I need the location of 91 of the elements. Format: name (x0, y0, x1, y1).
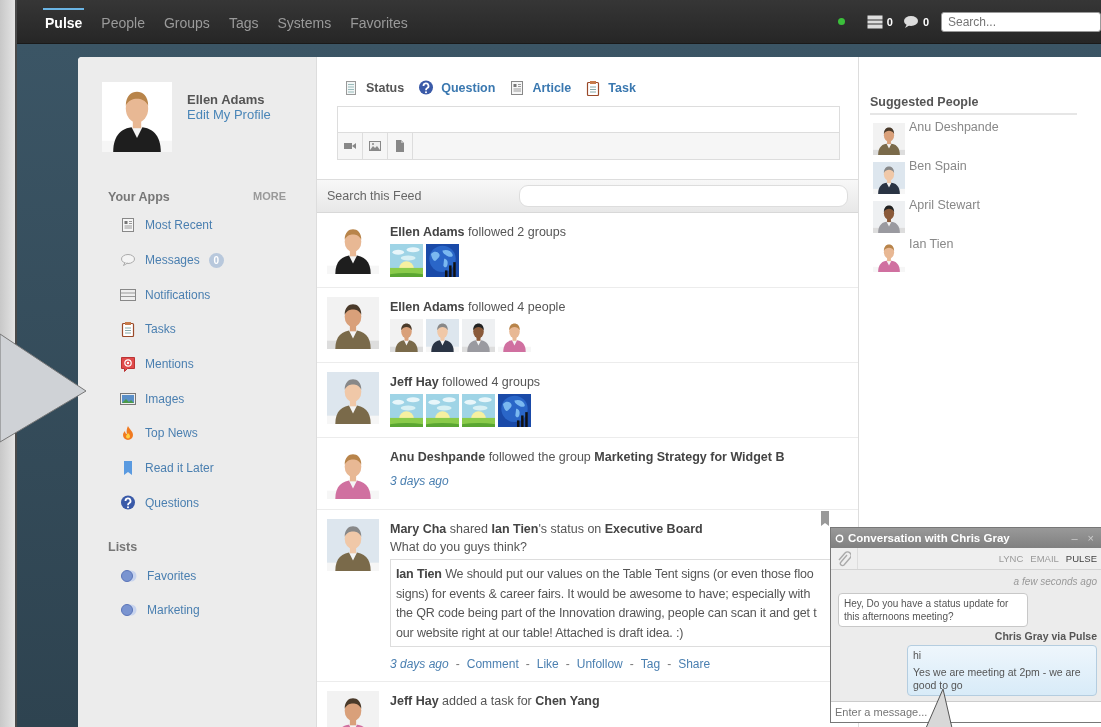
post-type-tab[interactable]: Status (343, 80, 405, 96)
minimize-button[interactable]: – (1068, 532, 1081, 544)
presence-icon (835, 533, 844, 543)
image-icon (120, 390, 136, 407)
clipboard-icon (120, 321, 136, 338)
person-link[interactable]: April Stewart (909, 198, 980, 240)
sender-name: Chris Gray via Pulse (993, 630, 1097, 642)
list-item[interactable]: Marketing (147, 603, 200, 618)
window-title: Conversation with Chris Gray (848, 532, 1011, 544)
chat-bubble-icon (902, 13, 919, 30)
activity-text: Jeff Hay added a task for Chen Yang (390, 694, 600, 708)
list-icon (120, 286, 136, 303)
message-text: hi (913, 649, 923, 662)
sidebar-item[interactable]: Most Recent (145, 218, 213, 233)
sidebar-item[interactable]: Mentions (145, 357, 194, 372)
message-text: Hey, Do you have a status update for this afternoons meeting? (844, 597, 1010, 623)
timestamp: a few seconds ago (1012, 576, 1097, 587)
close-button[interactable]: × (1084, 532, 1097, 544)
flame-icon (120, 425, 136, 442)
person-link[interactable]: Ben Spain (909, 159, 967, 201)
search-field[interactable]: Search... (941, 11, 1101, 32)
channel-tab[interactable]: PULSE (1065, 553, 1097, 564)
separator: - (455, 657, 460, 671)
message-text: Yes we are meeting at 2pm - we are good to go (913, 666, 1082, 692)
toggle-icon (120, 567, 138, 584)
profile-name: Ellen Adams (187, 92, 266, 107)
person-link[interactable]: Ian Tien (909, 237, 954, 279)
list-icon (866, 13, 883, 30)
sidebar-item[interactable]: Top News (145, 426, 198, 441)
nav-tab[interactable]: Systems (275, 7, 334, 36)
paperclip-icon (837, 550, 851, 567)
nav-tab[interactable]: People (99, 7, 147, 36)
separator: - (667, 657, 672, 671)
nav-tab[interactable]: Groups (161, 7, 212, 36)
toggle-icon (120, 602, 138, 619)
sidebar-item[interactable]: Messages (145, 253, 200, 268)
document-icon (343, 80, 359, 96)
section-title: Suggested People (870, 95, 1077, 115)
list-item[interactable]: Favorites (147, 568, 197, 583)
sidebar-item[interactable]: Read it Later (145, 461, 214, 476)
separator: - (629, 657, 634, 671)
sidebar-item[interactable]: Notifications (145, 287, 211, 302)
timestamp: 3 days ago (390, 474, 449, 488)
channel-tab[interactable]: LYNC (998, 553, 1024, 564)
bookmark-icon (821, 511, 829, 526)
question-icon (120, 494, 136, 511)
quote-line: the QR code being part of the Innovation drawing, people can scan it and get t (396, 605, 818, 622)
newspaper-icon (509, 80, 526, 96)
quote-line: our website right at our table! Attached is draft idea. :) (396, 624, 685, 642)
nav-tab[interactable]: Tags (226, 7, 261, 36)
activity-text: Jeff Hay followed 4 groups (390, 375, 541, 389)
action-link[interactable]: Unfollow (576, 657, 623, 671)
sidebar-item[interactable]: Tasks (145, 322, 176, 337)
newspaper-icon (120, 217, 136, 234)
sidebar-item[interactable]: Images (145, 391, 185, 406)
image-icon (367, 138, 383, 154)
section-title: Your Apps (108, 190, 170, 204)
activity-text: Ellen Adams followed 2 groups (390, 225, 566, 239)
message-field[interactable]: Enter a message... (831, 701, 1101, 722)
quote-line: signs) for events & career fairs. It would be awesome to have; especially with (396, 585, 812, 603)
comment-text: What do you guys think? (390, 540, 528, 554)
action-link[interactable]: Comment (466, 657, 519, 671)
timestamp: 3 days ago (390, 657, 449, 671)
count-badge: 0 (208, 252, 224, 268)
question-icon (418, 80, 435, 96)
channel-tab[interactable]: EMAIL (1030, 553, 1059, 564)
post-type-tab[interactable]: Task (585, 80, 636, 96)
quote-line: Ian Tien We should put our values on the Table Tent signs (or even those floo (396, 566, 815, 583)
nav-tab[interactable]: Favorites (348, 7, 410, 36)
sidebar-item[interactable]: Questions (145, 495, 200, 510)
post-type-tab[interactable]: Article (509, 80, 572, 96)
post-field[interactable] (337, 106, 840, 133)
clipboard-icon (585, 80, 602, 96)
profile-link[interactable]: Edit My Profile (187, 107, 271, 122)
speech-bubble-icon (120, 252, 136, 269)
action-link[interactable]: Tag (640, 657, 661, 671)
activity-text: Ellen Adams followed 4 people (390, 300, 566, 314)
post-type-tab[interactable]: Question (418, 80, 496, 96)
counter: 0 (886, 15, 893, 28)
counter: 0 (922, 15, 929, 28)
more-link[interactable]: MORE (253, 190, 286, 204)
activity-text: Anu Deshpande followed the group Marketing Strategy for Widget B (390, 450, 785, 464)
separator: - (565, 657, 570, 671)
action-link[interactable]: Share (678, 657, 711, 671)
separator: - (525, 657, 530, 671)
section-title: Lists (108, 540, 138, 555)
nav-tab[interactable]: Pulse (43, 7, 85, 36)
person-link[interactable]: Anu Deshpande (909, 120, 999, 162)
activity-text: Mary Cha shared Ian Tien's status on Executive Board (390, 522, 704, 536)
feed-search-label: Search this Feed (327, 189, 422, 203)
action-link[interactable]: Like (536, 657, 559, 671)
